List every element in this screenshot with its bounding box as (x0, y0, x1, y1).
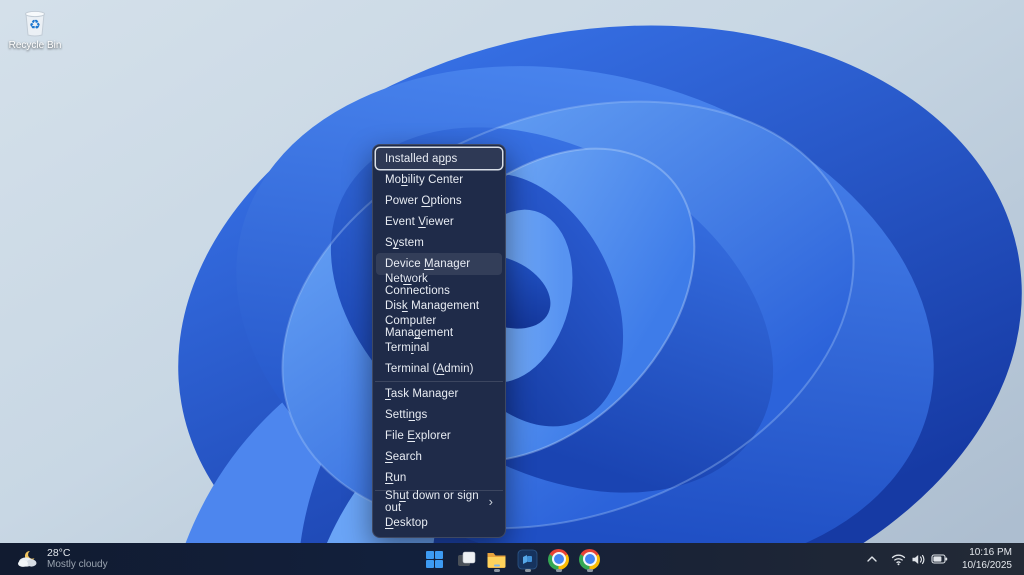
menu-item-label: Terminal (Admin) (385, 363, 474, 375)
menu-item-label: File Explorer (385, 430, 451, 442)
taskbar-center (422, 543, 602, 575)
menu-item-label: Event Viewer (385, 216, 454, 228)
running-indicator (494, 569, 500, 572)
weather-icon (16, 548, 40, 570)
wifi-icon (891, 553, 906, 566)
menu-item-run[interactable]: Run (376, 467, 502, 488)
weather-condition: Mostly cloudy (47, 559, 108, 571)
task-view-icon (456, 549, 476, 569)
running-indicator (525, 569, 531, 572)
file-explorer-button[interactable] (484, 545, 509, 573)
menu-item-task-manager[interactable]: Task Manager (376, 383, 502, 404)
chrome-icon (548, 549, 569, 570)
system-tray: 10:16 PM 10/16/2025 (861, 543, 1018, 575)
task-view-button[interactable] (453, 545, 478, 573)
winx-menu: Installed apps Mobility Center Power Optio… (372, 144, 506, 538)
menu-item-label: Search (385, 451, 422, 463)
folder-icon (486, 550, 507, 569)
blue-app-icon (517, 549, 538, 570)
tray-overflow-button[interactable] (861, 545, 883, 573)
menu-item-label: Mobility Center (385, 174, 463, 186)
menu-item-label: System (385, 237, 424, 249)
menu-item-label: Task Manager (385, 388, 458, 400)
menu-item-settings[interactable]: Settings (376, 404, 502, 425)
menu-item-shut-down-or-sign-out[interactable]: Shut down or sign out› (376, 492, 502, 513)
menu-item-label: Shut down or sign out (385, 490, 489, 514)
running-indicator (556, 569, 562, 572)
menu-item-label: Settings (385, 409, 427, 421)
menu-item-label: Computer Management (385, 315, 493, 339)
menu-item-label: Desktop (385, 517, 428, 529)
tray-time: 10:16 PM (969, 546, 1012, 559)
menu-item-mobility-center[interactable]: Mobility Center (376, 169, 502, 190)
menu-item-terminal[interactable]: Terminal (376, 338, 502, 359)
windows-logo-icon (425, 550, 444, 569)
clock[interactable]: 10:16 PM 10/16/2025 (956, 546, 1018, 572)
recycle-bin-icon: ♻ (19, 6, 51, 38)
menu-item-device-manager[interactable]: Device Manager (376, 253, 502, 274)
running-indicator (587, 569, 593, 572)
menu-item-label: Terminal (385, 342, 429, 354)
menu-item-label: Run (385, 472, 406, 484)
chrome-button-2[interactable] (577, 545, 602, 573)
tray-date: 10/16/2025 (962, 559, 1012, 572)
menu-item-label: Device Manager (385, 258, 470, 270)
menu-item-terminal-admin[interactable]: Terminal (Admin) (376, 359, 502, 380)
quick-settings-button[interactable] (885, 546, 954, 572)
menu-item-event-viewer[interactable]: Event Viewer (376, 211, 502, 232)
menu-item-label: Power Options (385, 195, 462, 207)
svg-text:♻: ♻ (29, 17, 41, 32)
menu-item-power-options[interactable]: Power Options (376, 190, 502, 211)
blue-app-button[interactable] (515, 545, 540, 573)
submenu-chevron-icon: › (489, 495, 493, 508)
weather-temperature: 28°C (47, 547, 108, 559)
desktop: ♻ Recycle Bin Installed apps Mobility Cen… (0, 0, 1024, 575)
menu-item-label: Installed apps (385, 153, 457, 165)
menu-item-search[interactable]: Search (376, 446, 502, 467)
menu-item-file-explorer[interactable]: File Explorer (376, 425, 502, 446)
battery-icon (931, 553, 948, 565)
taskbar: 28°C Mostly cloudy (0, 543, 1024, 575)
menu-item-installed-apps[interactable]: Installed apps (376, 148, 502, 169)
menu-item-desktop[interactable]: Desktop (376, 513, 502, 534)
chrome-button-1[interactable] (546, 545, 571, 573)
weather-widget[interactable]: 28°C Mostly cloudy (10, 543, 114, 575)
chevron-up-icon (866, 553, 878, 565)
menu-item-computer-management[interactable]: Computer Management (376, 317, 502, 338)
recycle-bin[interactable]: ♻ Recycle Bin (6, 6, 64, 51)
chrome-icon (579, 549, 600, 570)
start-button[interactable] (422, 545, 447, 573)
menu-item-disk-management[interactable]: Disk Management (376, 296, 502, 317)
menu-item-network-connections[interactable]: Network Connections (376, 275, 502, 296)
recycle-bin-label: Recycle Bin (9, 40, 62, 51)
menu-item-label: Disk Management (385, 300, 479, 312)
menu-separator (375, 381, 503, 382)
menu-item-system[interactable]: System (376, 232, 502, 253)
menu-item-label: Network Connections (385, 273, 493, 297)
wallpaper-bloom (0, 0, 1024, 575)
speaker-icon (911, 553, 926, 566)
